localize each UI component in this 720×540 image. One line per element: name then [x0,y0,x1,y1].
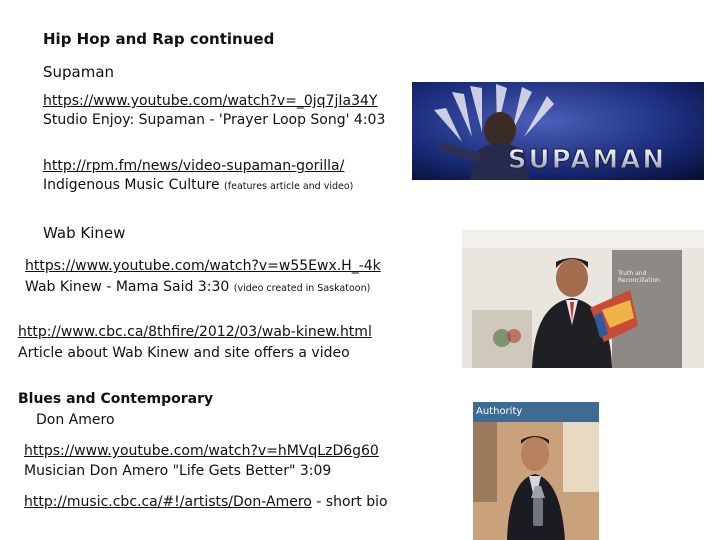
wab-kinew-photo-graphic [462,230,704,368]
wab-kinew-video-title: Wab Kinew - Mama Said 3:30 [25,279,230,295]
supaman-article-title: Indigenous Music Culture [43,177,220,193]
section-heading-hiphop: Hip Hop and Rap continued [43,30,275,48]
section-heading-blues: Blues and Contemporary [18,391,214,407]
don-amero-bio-line: http://music.cbc.ca/#!/artists/Don-Amero… [24,493,388,511]
wab-kinew-article-description: Article about Wab Kinew and site offers … [18,345,350,361]
supaman-banner-image: SUPAMAN [412,82,704,180]
don-amero-photo: Authority [473,402,599,540]
artist-name-supaman: Supaman [43,63,115,81]
artist-name-don-amero: Don Amero [36,412,115,428]
don-amero-youtube-link[interactable]: https://www.youtube.com/watch?v=hMVqLzD6… [24,442,379,460]
wab-backdrop-text: Truth and Reconciliation [618,270,660,284]
don-amero-photo-graphic [473,402,599,540]
supaman-article-note: (features article and video) [224,181,354,192]
supaman-banner-graphic: SUPAMAN [412,82,704,180]
wab-kinew-video-description: Wab Kinew - Mama Said 3:30 (video create… [25,278,370,298]
don-amero-cbc-link[interactable]: http://music.cbc.ca/#!/artists/Don-Amero [24,494,312,510]
don-banner-text: Authority [476,406,523,417]
wab-kinew-video-note: (video created in Saskatoon) [233,283,371,294]
don-amero-bio-suffix: - short bio [311,494,388,510]
artist-name-wab-kinew: Wab Kinew [43,224,126,242]
don-amero-video-description: Musician Don Amero "Life Gets Better" 3:… [24,463,332,479]
wab-kinew-cbc-link[interactable]: http://www.cbc.ca/8thfire/2012/03/wab-ki… [18,323,372,341]
supaman-article-description: Indigenous Music Culture (features artic… [43,176,353,196]
wab-kinew-photo: Truth and Reconciliation [462,230,704,368]
supaman-logo-text: SUPAMAN [508,145,666,175]
supaman-video-description: Studio Enjoy: Supaman - 'Prayer Loop Son… [43,112,386,128]
supaman-rpm-link[interactable]: http://rpm.fm/news/video-supaman-gorilla… [43,157,344,175]
supaman-youtube-link[interactable]: https://www.youtube.com/watch?v=_0jq7jIa… [43,92,377,110]
wab-kinew-youtube-link[interactable]: https://www.youtube.com/watch?v=w55Ewx.H… [25,257,381,275]
